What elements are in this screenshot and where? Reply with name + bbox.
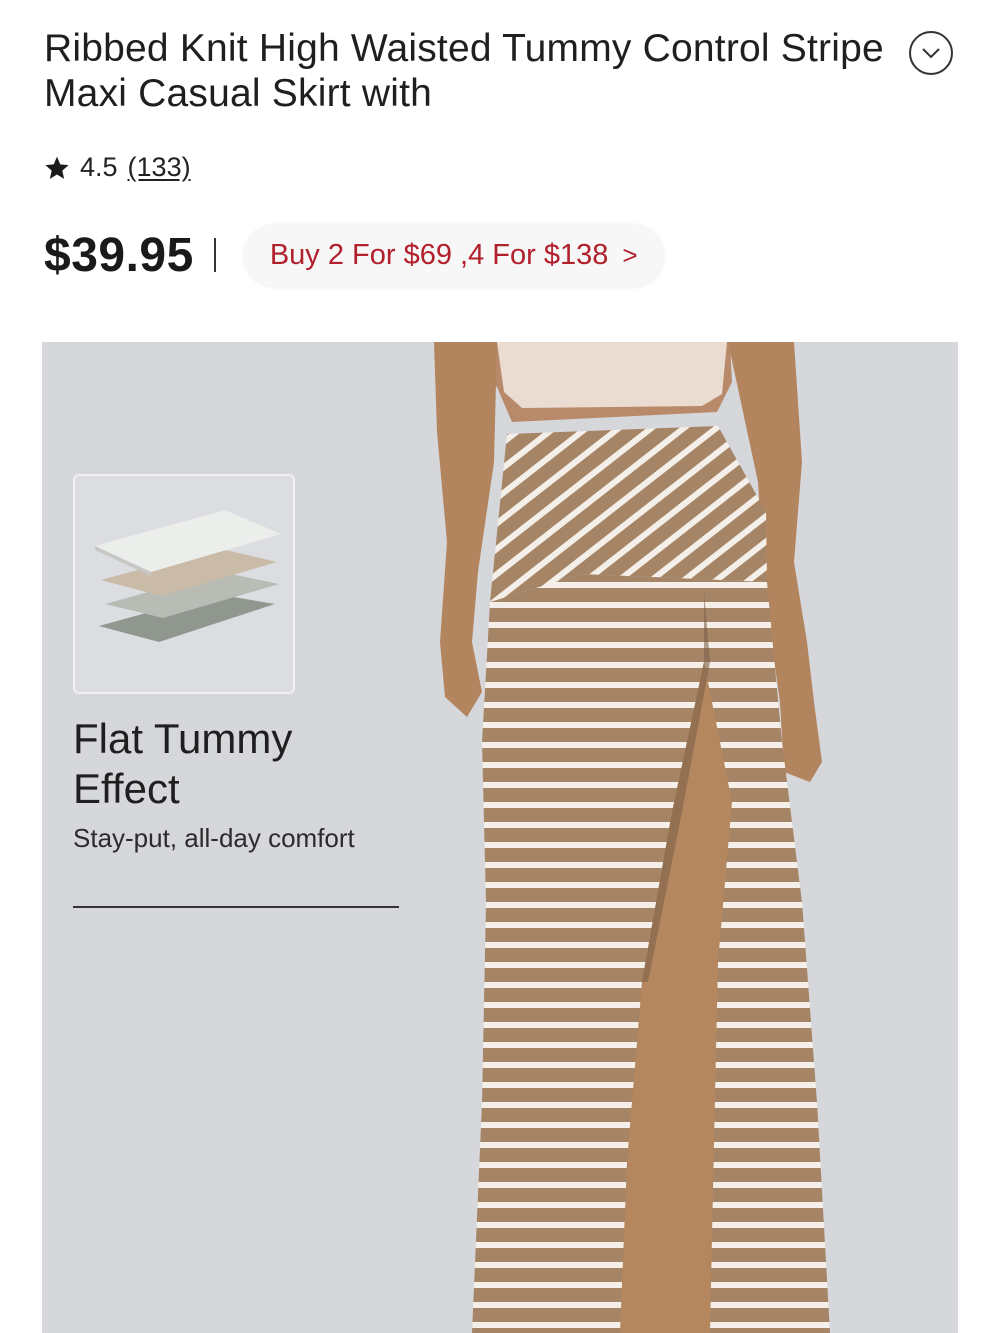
rating-value: 4.5 [80,152,118,182]
feature-subtitle: Stay-put, all-day comfort [73,823,355,853]
price-divider [213,238,216,272]
feature-divider [73,906,399,908]
price: $39.95 [44,228,194,282]
product-title: Ribbed Knit High Waisted Tummy Control S… [44,27,884,115]
review-count-link[interactable]: (133) [128,152,191,183]
price-row: $39.95 Buy 2 For $69 ,4 For $138 > [44,222,664,288]
fabric-layers-thumbnail [73,474,295,694]
expand-title-button[interactable] [909,31,953,75]
bundle-promo-button[interactable]: Buy 2 For $69 ,4 For $138 > [243,224,664,286]
rating-row: 4.5 (133) [44,152,191,183]
product-image[interactable]: Flat Tummy Effect Stay-put, all-day comf… [42,342,958,1333]
chevron-down-icon [922,48,940,59]
feature-title: Flat Tummy Effect [73,715,293,812]
fabric-layers-icon [95,510,281,642]
chevron-right-icon: > [622,239,638,270]
star-icon [45,156,69,179]
promo-label: Buy 2 For $69 ,4 For $138 [269,238,609,271]
